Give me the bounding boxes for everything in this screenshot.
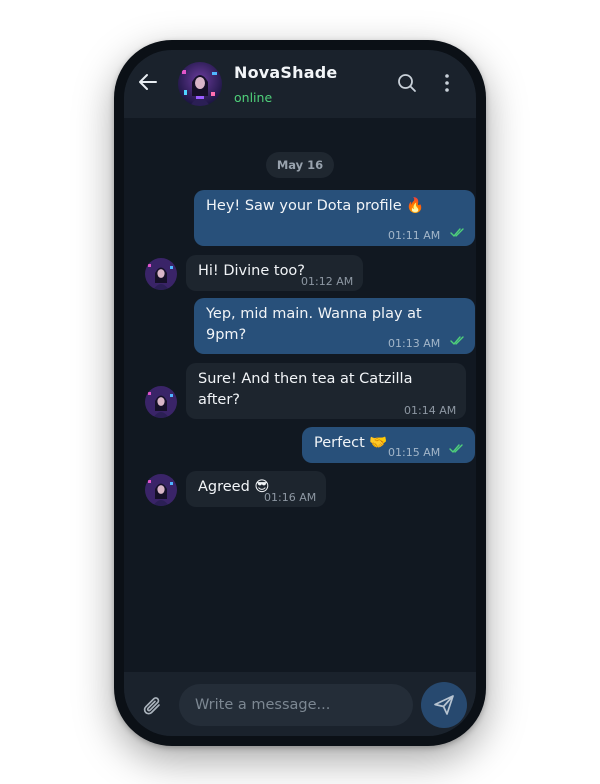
chat-screen: NovaShade online May 16 Hey! Saw your Do… — [124, 50, 476, 736]
message-time: 01:11 AM — [388, 229, 441, 242]
contact-avatar-small[interactable] — [145, 474, 177, 506]
contact-status: online — [234, 90, 273, 105]
send-button[interactable] — [421, 682, 467, 728]
contact-avatar-small[interactable] — [145, 386, 177, 418]
message-time: 01:14 AM — [404, 404, 457, 417]
message-text: Agreed 😎 — [198, 479, 270, 495]
message-text: Sure! And then tea at Catzilla after? — [198, 371, 413, 408]
send-icon — [434, 695, 454, 715]
message-input[interactable] — [179, 684, 413, 726]
double-check-icon — [450, 336, 464, 345]
message-text: Perfect 🤝 — [314, 435, 388, 451]
phone-frame: NovaShade online May 16 Hey! Saw your Do… — [114, 40, 486, 746]
message-outgoing[interactable]: Yep, mid main. Wanna play at 9pm? 01:13 A… — [194, 298, 475, 354]
back-arrow-icon[interactable] — [136, 70, 160, 94]
message-time: 01:12 AM — [301, 275, 354, 288]
message-incoming[interactable]: Agreed 😎 01:16 AM — [186, 471, 326, 507]
double-check-icon — [449, 444, 463, 453]
chat-header: NovaShade online — [124, 50, 476, 118]
message-incoming[interactable]: Sure! And then tea at Catzilla after? 01:… — [186, 363, 466, 419]
date-divider: May 16 — [266, 152, 334, 178]
more-vertical-icon[interactable] — [438, 72, 456, 94]
message-outgoing[interactable]: Perfect 🤝 01:15 AM — [302, 427, 475, 463]
contact-avatar[interactable] — [178, 62, 222, 106]
message-outgoing[interactable]: Hey! Saw your Dota profile 🔥 01:11 AM — [194, 190, 475, 246]
contact-avatar-small[interactable] — [145, 258, 177, 290]
message-text: Hey! Saw your Dota profile 🔥 — [206, 198, 425, 214]
message-time: 01:16 AM — [264, 491, 317, 504]
message-time: 01:13 AM — [388, 337, 441, 350]
search-icon[interactable] — [396, 72, 418, 94]
message-time: 01:15 AM — [388, 446, 441, 459]
message-incoming[interactable]: Hi! Divine too? 01:12 AM — [186, 255, 363, 291]
message-composer — [124, 672, 476, 736]
contact-name[interactable]: NovaShade — [234, 63, 337, 82]
paperclip-icon[interactable] — [142, 694, 164, 718]
double-check-icon — [450, 228, 464, 237]
message-text: Hi! Divine too? — [198, 263, 306, 279]
